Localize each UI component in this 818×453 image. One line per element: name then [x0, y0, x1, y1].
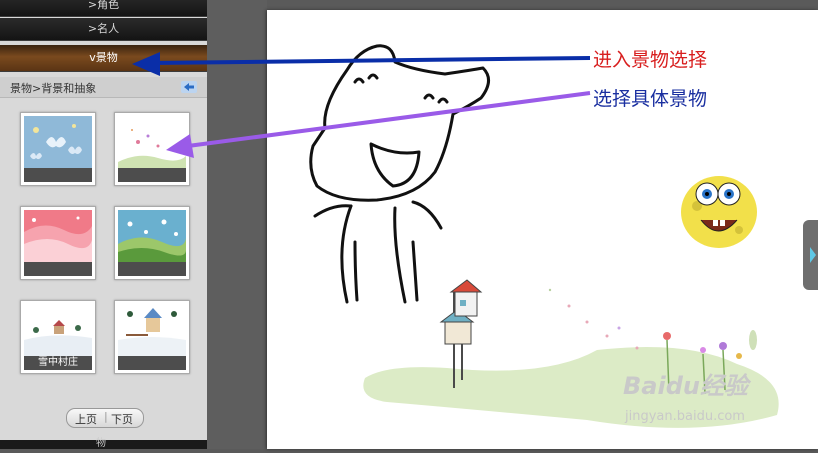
thumbnail-caption	[24, 262, 92, 276]
chevron-right-icon	[810, 247, 816, 263]
flower-scene-image	[118, 116, 186, 170]
butterfly-scene-image	[24, 116, 92, 170]
pink-waves-scene-image	[24, 210, 92, 264]
prev-page-button[interactable]: 上页	[75, 411, 97, 427]
annotation-enter-scenery: 进入景物选择	[593, 49, 708, 71]
pager: 上页 | 下页	[66, 408, 144, 428]
scene-thumbnail[interactable]	[20, 112, 96, 186]
menu-item-label: >角色	[87, 0, 120, 11]
snow-village-scene-image	[24, 304, 92, 358]
menu-item-objects[interactable]: 物	[0, 438, 207, 449]
scene-sidebar: >角色 >名人 v景物 景物>背景和抽象 雪中村庄 上页 | 下页 物	[0, 0, 207, 449]
thumbnail-caption	[118, 262, 186, 276]
baidu-logo-watermark: Baidu经验	[623, 372, 748, 400]
drawing-canvas[interactable]: Baidu经验 jingyan.baidu.com	[267, 10, 818, 449]
menu-item-celebrities[interactable]: >名人	[0, 18, 207, 41]
pager-divider: |	[104, 410, 108, 423]
menu-item-scenery[interactable]: v景物	[0, 45, 207, 72]
scene-thumbnail[interactable]	[114, 206, 190, 280]
menu-item-label: v景物	[89, 51, 118, 64]
breadcrumb: 景物>背景和抽象	[10, 82, 97, 95]
menu-item-label: 物	[96, 438, 106, 449]
back-arrow-icon[interactable]	[181, 81, 197, 93]
doodle-character	[309, 44, 490, 304]
blue-flower-scene-image	[118, 210, 186, 264]
scene-thumbnail[interactable]: 雪中村庄	[20, 300, 96, 374]
snow-house-scene-image	[118, 304, 186, 358]
thumbnail-caption	[118, 356, 186, 370]
menu-item-characters[interactable]: >角色	[0, 0, 207, 17]
annotation-choose-scenery: 选择具体景物	[593, 88, 708, 110]
watermark-url: jingyan.baidu.com	[625, 409, 745, 424]
next-page-button[interactable]: 下页	[111, 411, 133, 427]
panel-divider	[207, 0, 267, 449]
thumbnail-caption	[118, 168, 186, 182]
scene-thumbnail[interactable]	[114, 300, 190, 374]
breadcrumb-bar: 景物>背景和抽象	[0, 77, 207, 98]
sponge-face-sticker	[681, 176, 757, 248]
thumbnail-caption: 雪中村庄	[24, 356, 92, 370]
thumbnail-caption	[24, 168, 92, 182]
scene-thumbnail[interactable]	[114, 112, 190, 186]
menu-item-label: >名人	[87, 22, 120, 35]
expand-panel-tab[interactable]	[803, 220, 818, 290]
scene-thumbnail[interactable]	[20, 206, 96, 280]
